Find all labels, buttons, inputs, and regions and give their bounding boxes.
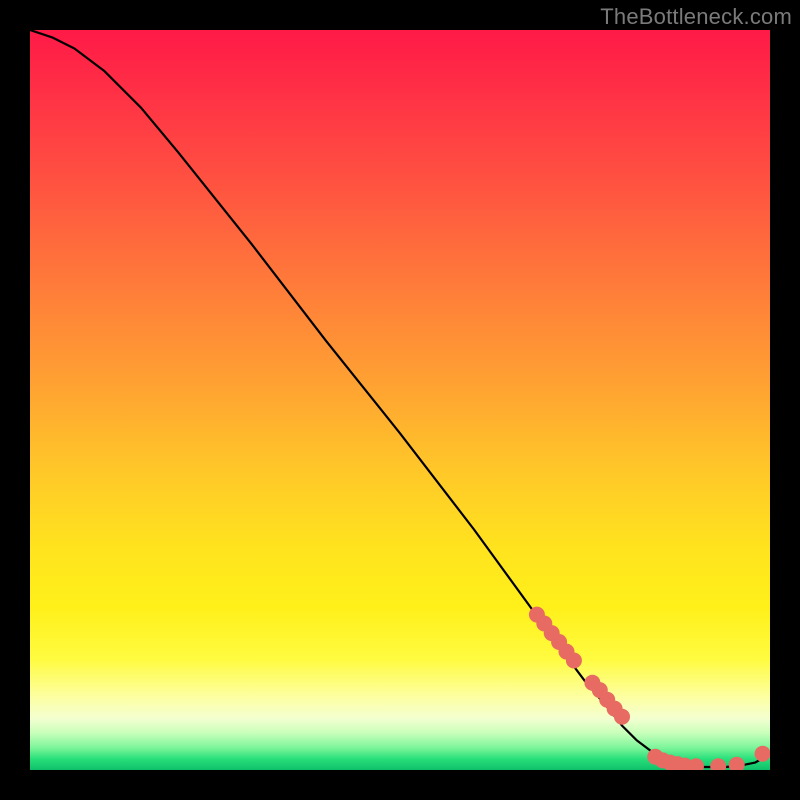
marker-point [755,746,770,762]
marker-point [614,709,630,725]
chart-stage: TheBottleneck.com [0,0,800,800]
marker-points [529,607,770,770]
watermark-text: TheBottleneck.com [600,4,792,30]
curve-overlay [30,30,770,770]
marker-point [710,758,726,770]
bottleneck-curve [30,30,770,767]
plot-area [30,30,770,770]
marker-point [566,653,582,669]
marker-point [729,757,745,770]
